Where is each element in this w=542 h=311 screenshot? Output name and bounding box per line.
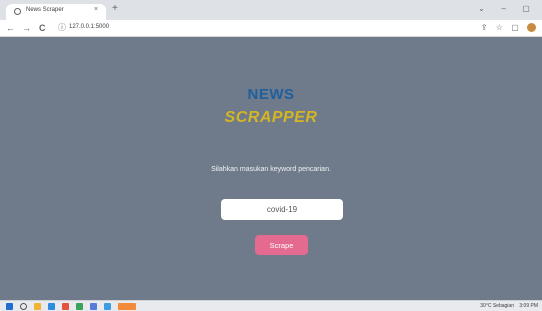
browser-tab[interactable]: News Scraper × [6, 4, 106, 20]
maximize-button[interactable]: ▢ [516, 4, 536, 13]
edge-icon[interactable] [48, 303, 55, 310]
title-scrapper: SCRAPPER [224, 109, 318, 126]
chrome-icon[interactable] [76, 303, 83, 310]
new-tab-button[interactable]: + [112, 3, 118, 15]
reload-button[interactable]: C [39, 22, 46, 34]
scrape-button[interactable]: Scrape [255, 235, 308, 255]
keyword-input[interactable] [221, 199, 343, 220]
file-explorer-icon[interactable] [34, 303, 41, 310]
back-button[interactable]: ← [6, 22, 15, 34]
bookmark-star-icon[interactable]: ☆ [496, 22, 503, 34]
address-bar[interactable]: ⓘ 127.0.0.1:5000 [58, 22, 488, 34]
browser-toolbar: ← → C ⓘ 127.0.0.1:5000 ⇪ ☆ ▢ [0, 20, 542, 37]
app-icon-2[interactable] [90, 303, 97, 310]
window-controls: ⌄ – ▢ [472, 4, 536, 13]
minimize-button[interactable]: – [494, 4, 514, 13]
weather-status[interactable]: 30°C Sebagian [480, 303, 514, 309]
profile-avatar[interactable] [527, 23, 536, 33]
share-icon[interactable]: ⇪ [481, 22, 488, 34]
tab-title: News Scraper [26, 7, 64, 13]
forward-button[interactable]: → [22, 22, 31, 34]
toolbar-icons: ⇪ ☆ ▢ [475, 22, 536, 34]
clock[interactable]: 3:09 PM [519, 303, 538, 309]
tab-search-icon[interactable]: ⌄ [472, 4, 492, 13]
taskbar: 30°C Sebagian 3:09 PM [0, 300, 542, 311]
windows-start-icon[interactable] [6, 303, 13, 310]
search-prompt: Silahkan masukan keyword pencarian. [211, 166, 331, 173]
side-panel-icon[interactable]: ▢ [511, 22, 519, 34]
close-tab-icon[interactable]: × [94, 6, 98, 13]
system-tray: 30°C Sebagian 3:09 PM [476, 303, 538, 310]
globe-icon [14, 8, 21, 15]
vscode-icon[interactable] [104, 303, 111, 310]
app-icon[interactable] [62, 303, 69, 310]
info-icon[interactable]: ⓘ [58, 22, 66, 34]
title-news: NEWS [247, 86, 295, 103]
page-content: NEWS SCRAPPER Silahkan masukan keyword p… [0, 38, 542, 300]
url-text[interactable]: 127.0.0.1:5000 [69, 24, 109, 30]
browser-tab-strip: News Scraper × + ⌄ – ▢ [0, 0, 542, 20]
search-icon[interactable] [20, 303, 27, 310]
active-app-icon[interactable] [118, 303, 136, 310]
